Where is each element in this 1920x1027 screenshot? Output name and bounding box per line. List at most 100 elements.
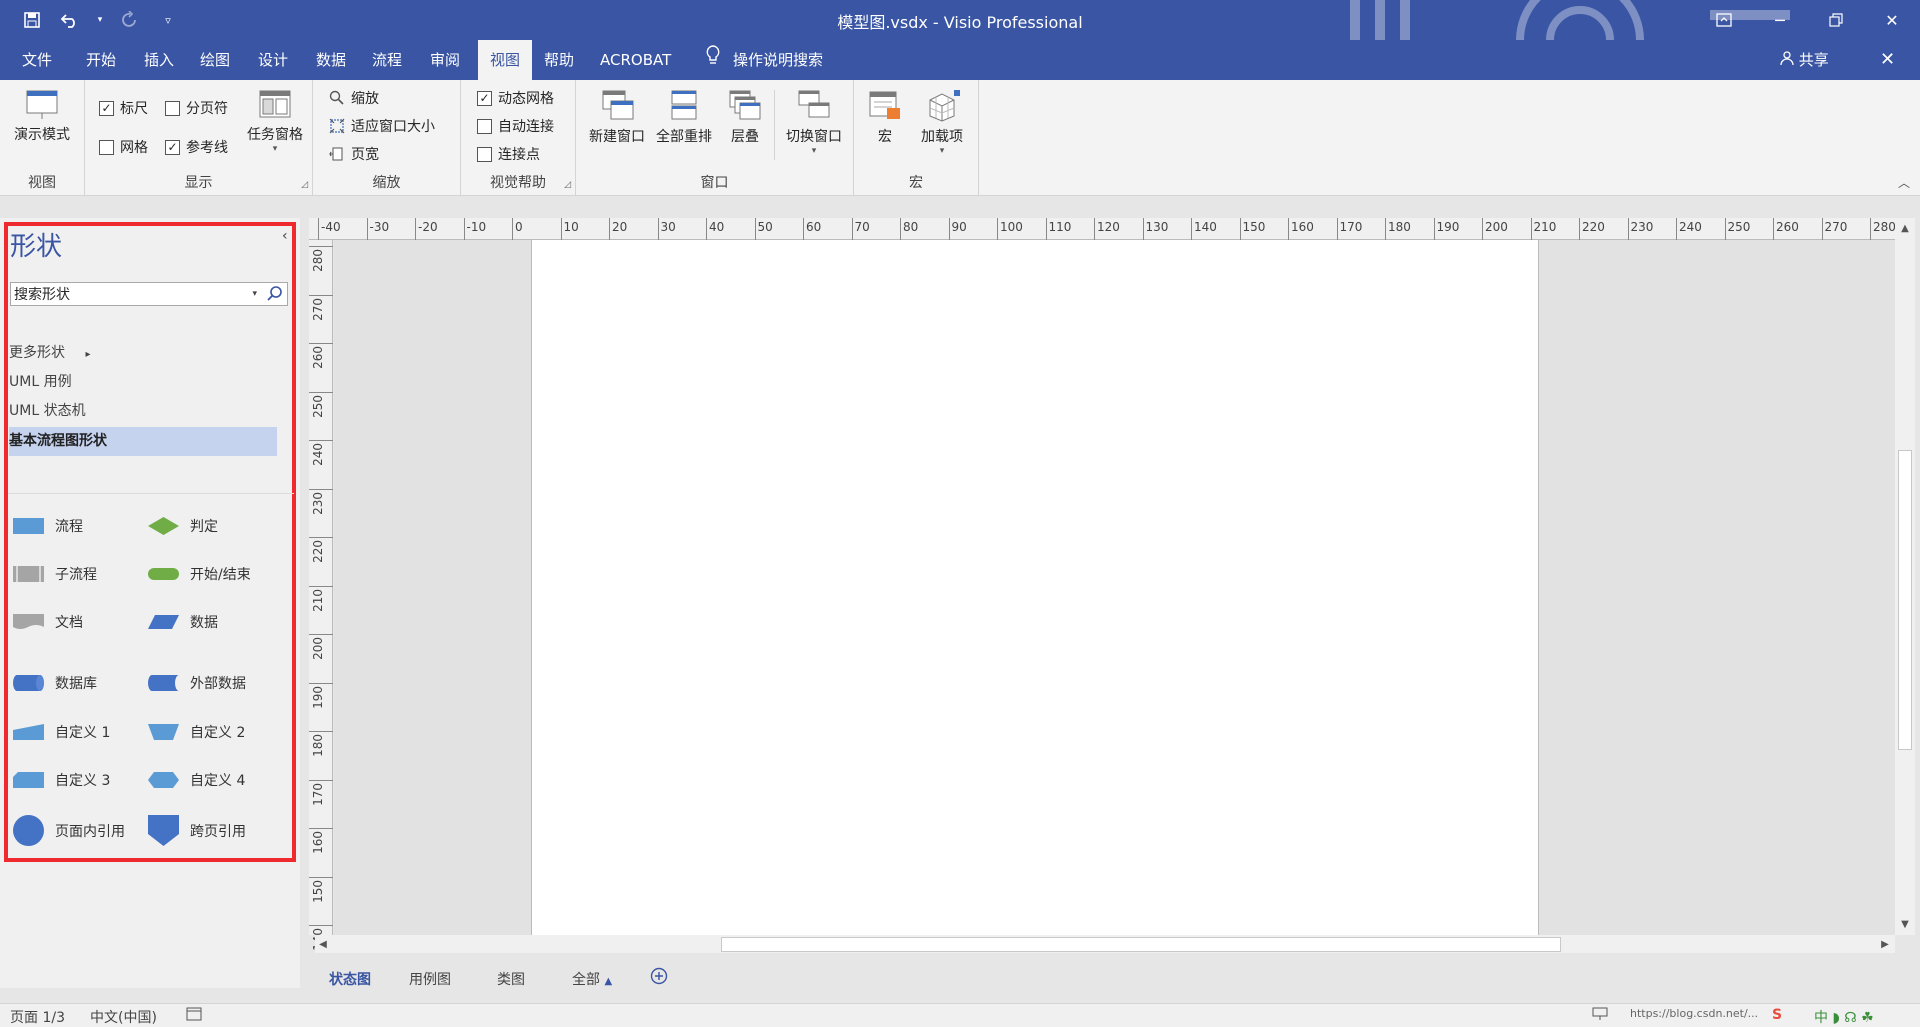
vertical-scrollbar[interactable]: ▲ ▼ [1895,218,1915,935]
visual-aids-dialog-launcher-icon[interactable]: ◿ [564,180,571,190]
ruler-tick-label: 170 [1336,218,1362,240]
shape-database[interactable]: 数据库 [12,673,97,693]
more-shapes-menu[interactable]: 更多形状 ▸ [9,339,90,368]
tab-help[interactable]: 帮助 [538,40,580,80]
close-document-icon[interactable]: ✕ [1880,40,1895,80]
all-pages-button[interactable]: 全部 ▲ [572,969,612,989]
ruler-tick-label: 130 [1142,218,1168,240]
grid-checkbox[interactable]: 网格 [99,137,148,157]
shape-document[interactable]: 文档 [12,612,83,632]
shape-custom4[interactable]: 自定义 4 [147,770,245,790]
magnifier-icon [329,90,344,105]
page-width-button[interactable]: 页宽 [329,144,379,164]
page-tab-state-diagram[interactable]: 状态图 [329,969,371,989]
presentation-mode-button[interactable]: 演示模式 [6,88,78,144]
guides-checkbox[interactable]: ✓ 参考线 [165,137,228,157]
language-indicator[interactable]: 中文(中国) [90,1007,157,1027]
switch-window-button[interactable]: 切换窗口 ▾ [780,88,848,156]
shape-custom1[interactable]: 自定义 1 [12,722,110,742]
ruler-tick-label: 230 [309,488,333,537]
shape-custom2[interactable]: 自定义 2 [147,722,245,742]
ruler-tick-label: 210 [309,585,333,634]
ruler-tick-label: 240 [309,440,333,488]
window-group-divider [774,90,775,160]
show-dialog-launcher-icon[interactable]: ◿ [301,180,308,190]
shape-start-end[interactable]: 开始/结束 [147,564,251,584]
tab-acrobat[interactable]: ACROBAT [594,40,677,80]
tab-view[interactable]: 视图 [478,40,533,80]
tab-file[interactable]: 文件 [16,40,58,80]
stencil-uml-usecase[interactable]: UML 用例 [9,368,72,397]
tell-me-search[interactable]: 操作说明搜索 [705,40,823,80]
macros-button[interactable]: 宏 [864,88,906,146]
search-icon[interactable] [265,284,285,308]
add-page-icon[interactable] [650,967,668,989]
tab-draw[interactable]: 绘图 [194,40,236,80]
drawing-page[interactable] [531,240,1539,935]
ruler-tick-label: 150 [309,876,333,925]
shape-data[interactable]: 数据 [147,612,218,632]
addins-button[interactable]: 加载项 ▾ [912,88,972,156]
scroll-left-icon[interactable]: ◀ [315,936,331,952]
stencil-basic-flowchart[interactable]: 基本流程图形状 [9,427,277,456]
group-macros: 宏 加载项 ▾ 宏 [854,80,979,196]
autoconnect-checkbox[interactable]: 自动连接 [477,116,554,136]
task-panes-button[interactable]: 任务窗格 ▾ [240,88,310,154]
share-button[interactable]: 共享 [1780,40,1829,80]
macro-recorder-icon[interactable] [186,1007,202,1025]
ruler-tick-label: 210 [1530,218,1556,240]
stencil-uml-statemachine[interactable]: UML 状态机 [9,397,86,426]
ruler-tick-label: -40 [318,218,341,240]
ruler-tick-label: 80 [900,218,918,240]
ruler-tick-label: 90 [948,218,967,240]
ribbon-display-options-icon[interactable] [1696,0,1752,40]
tab-review[interactable]: 审阅 [424,40,466,80]
horizontal-scrollbar[interactable]: ◀ ▶ [315,935,1895,953]
tab-design[interactable]: 设计 [252,40,294,80]
page-tab-usecase-diagram[interactable]: 用例图 [409,969,451,989]
scroll-down-icon[interactable]: ▼ [1897,916,1913,932]
group-label-show: 显示 [184,175,213,191]
zoom-button[interactable]: 缩放 [329,88,379,108]
presentation-mode-icon[interactable] [1592,1007,1608,1025]
shape-onpage-reference[interactable]: 页面内引用 [12,814,125,847]
restore-icon[interactable] [1808,0,1864,40]
group-view: 演示模式 视图 [0,80,85,196]
shape-external-data[interactable]: 外部数据 [147,673,246,693]
tab-home[interactable]: 开始 [80,40,122,80]
cascade-button[interactable]: 层叠 [720,88,770,146]
addins-cube-icon [929,90,960,122]
page-number-indicator[interactable]: 页面 1/3 [10,1007,65,1027]
vertical-scroll-thumb[interactable] [1898,450,1912,750]
search-dropdown-icon[interactable]: ▾ [252,289,257,299]
shape-custom3[interactable]: 自定义 3 [12,770,110,790]
ruler-tick-label: -20 [415,218,438,240]
horizontal-scroll-thumb[interactable] [721,937,1561,952]
shape-decision[interactable]: 判定 [147,516,218,536]
shape-offpage-reference[interactable]: 跨页引用 [147,814,246,847]
minimize-icon[interactable]: ─ [1752,0,1808,40]
fit-to-window-button[interactable]: 适应窗口大小 [329,116,435,136]
highlight-frame [4,222,296,862]
tab-process[interactable]: 流程 [366,40,408,80]
arrange-all-button[interactable]: 全部重排 [652,88,716,146]
tab-data[interactable]: 数据 [310,40,352,80]
tab-insert[interactable]: 插入 [138,40,180,80]
scroll-right-icon[interactable]: ▶ [1877,936,1893,952]
shape-process[interactable]: 流程 [12,516,83,536]
ruler-checkbox[interactable]: ✓ 标尺 [99,98,148,118]
custom3-shape-icon [13,772,44,788]
group-label-window: 窗口 [700,175,729,191]
new-window-button[interactable]: 新建窗口 [586,88,648,146]
collapse-ribbon-icon[interactable]: ︿ [1898,174,1910,191]
dynamic-grid-checkbox[interactable]: ✓ 动态网格 [477,88,554,108]
shape-subprocess[interactable]: 子流程 [12,564,97,584]
scroll-up-icon[interactable]: ▲ [1897,220,1913,236]
collapse-pane-icon[interactable]: ‹ [282,228,288,244]
page-tab-class-diagram[interactable]: 类图 [497,969,525,989]
pagebreaks-checkbox[interactable]: 分页符 [165,98,228,118]
ruler-tick-label: 200 [1482,218,1508,240]
connection-points-checkbox[interactable]: 连接点 [477,144,540,164]
close-icon[interactable]: ✕ [1864,0,1920,40]
shape-search-input[interactable]: 搜索形状 ▾ [10,282,288,306]
